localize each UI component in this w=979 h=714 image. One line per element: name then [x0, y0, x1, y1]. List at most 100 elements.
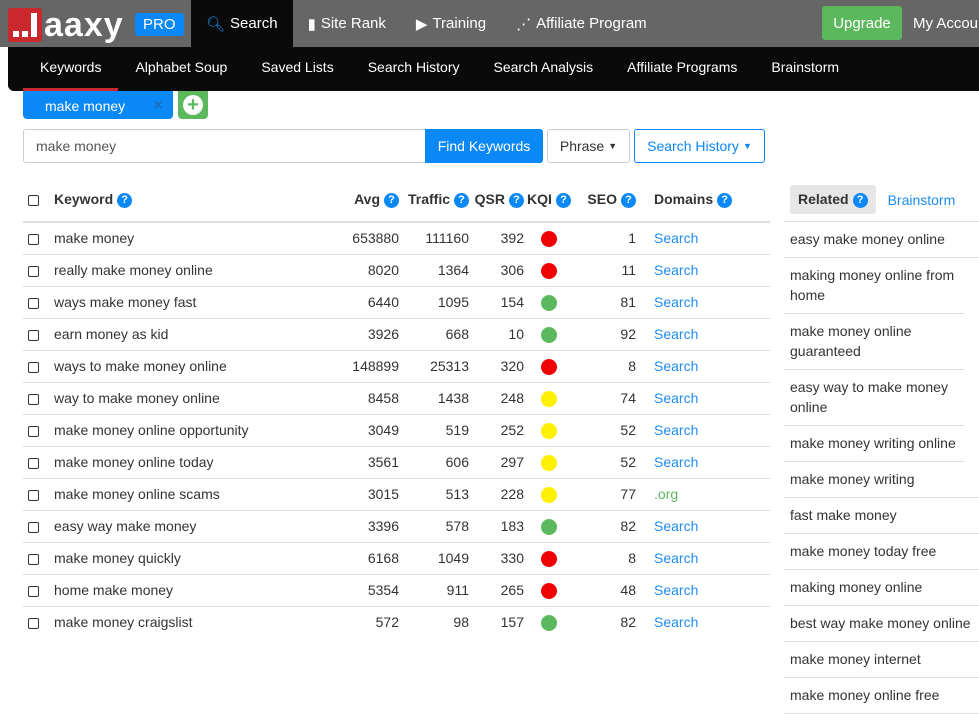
row-checkbox[interactable] — [28, 489, 39, 501]
domains-search-link[interactable]: Search — [654, 326, 698, 342]
related-keyword[interactable]: easy make money online — [784, 222, 979, 258]
column-header[interactable]: Avg — [354, 191, 380, 207]
qsr-cell: 183 — [469, 509, 524, 542]
plus-icon: + — [183, 95, 203, 115]
help-icon[interactable]: ? — [717, 193, 733, 208]
nav-site-rank[interactable]: ▮ Site Rank — [293, 0, 401, 47]
related-keyword[interactable]: making money online from home — [784, 258, 964, 314]
nav-affiliate-program[interactable]: ⋰ Affiliate Program — [501, 0, 662, 47]
column-header[interactable]: SEO — [587, 191, 617, 207]
domains-search-link[interactable]: Search — [654, 454, 698, 470]
row-checkbox[interactable] — [28, 585, 39, 597]
related-keyword[interactable]: making money online — [784, 570, 979, 606]
row-checkbox[interactable] — [28, 265, 39, 277]
domains-search-link[interactable]: Search — [654, 358, 698, 374]
tab-related[interactable]: Related? — [790, 185, 876, 214]
subnav-search-analysis[interactable]: Search Analysis — [477, 47, 611, 91]
row-checkbox[interactable] — [28, 297, 39, 309]
nav-training[interactable]: ▶ Training — [401, 0, 501, 47]
help-icon[interactable]: ? — [117, 193, 133, 208]
column-header[interactable]: KQI — [527, 191, 552, 207]
row-checkbox[interactable] — [28, 234, 39, 246]
domains-search-link[interactable]: Search — [654, 294, 698, 310]
column-header[interactable]: QSR — [475, 191, 505, 207]
domains-search-link[interactable]: Search — [654, 550, 698, 566]
domains-search-link[interactable]: Search — [654, 422, 698, 438]
subnav-alphabet-soup[interactable]: Alphabet Soup — [118, 47, 244, 91]
keyword-cell[interactable]: earn money as kid — [49, 317, 329, 350]
keyword-cell[interactable]: easy way make money — [49, 509, 329, 542]
related-keyword[interactable]: fast make money — [784, 498, 979, 534]
subnav-brainstorm[interactable]: Brainstorm — [754, 47, 856, 91]
traffic-cell: 911 — [399, 573, 469, 606]
help-icon[interactable]: ? — [852, 193, 868, 208]
column-header[interactable]: Traffic — [408, 191, 450, 207]
aaxy-logo[interactable]: aaxy — [8, 8, 124, 42]
caret-down-icon: ▼ — [742, 141, 752, 151]
search-tab[interactable]: make money × — [23, 91, 173, 119]
subnav-search-history[interactable]: Search History — [351, 47, 477, 91]
keyword-cell[interactable]: ways make money fast — [49, 285, 329, 318]
related-keyword[interactable]: easy way to make money online — [784, 370, 964, 426]
row-checkbox[interactable] — [28, 425, 39, 437]
kqi-indicator — [541, 262, 557, 279]
keyword-cell[interactable]: make money — [49, 221, 329, 254]
row-checkbox[interactable] — [28, 521, 39, 533]
subnav-saved-lists[interactable]: Saved Lists — [244, 47, 350, 91]
traffic-cell: 1095 — [399, 285, 469, 318]
row-checkbox[interactable] — [28, 457, 39, 469]
keyword-cell[interactable]: really make money online — [49, 253, 329, 286]
nav-search[interactable]: 🔍︎ Search — [191, 0, 293, 47]
row-checkbox[interactable] — [28, 329, 39, 341]
upgrade-button[interactable]: Upgrade — [822, 6, 902, 40]
keyword-cell[interactable]: make money online scams — [49, 477, 329, 510]
keyword-cell[interactable]: make money quickly — [49, 541, 329, 574]
phrase-dropdown[interactable]: Phrase ▼ — [547, 129, 630, 163]
subnav-affiliate-programs[interactable]: Affiliate Programs — [610, 47, 754, 91]
column-header[interactable]: Domains — [654, 191, 713, 207]
related-keyword[interactable]: make money internet — [784, 642, 979, 678]
find-keywords-button[interactable]: Find Keywords — [425, 129, 543, 163]
domains-search-link[interactable]: Search — [654, 230, 698, 246]
keyword-cell[interactable]: make money online opportunity — [49, 413, 329, 446]
subnav-keywords[interactable]: Keywords — [23, 47, 119, 91]
select-all-checkbox[interactable] — [28, 195, 39, 207]
keyword-cell[interactable]: make money online today — [49, 445, 329, 478]
avg-cell: 3926 — [329, 317, 399, 350]
keyword-cell[interactable]: make money craigslist — [49, 605, 329, 638]
help-icon[interactable]: ? — [621, 193, 636, 208]
row-checkbox[interactable] — [28, 618, 39, 630]
help-icon[interactable]: ? — [509, 193, 524, 208]
row-checkbox[interactable] — [28, 361, 39, 373]
domains-search-link[interactable]: Search — [654, 582, 698, 598]
row-checkbox[interactable] — [28, 393, 39, 405]
close-icon[interactable]: × — [154, 91, 163, 121]
domains-search-link[interactable]: .org — [654, 486, 678, 502]
tab-brainstorm[interactable]: Brainstorm — [880, 186, 964, 214]
help-icon[interactable]: ? — [555, 193, 571, 208]
related-keyword[interactable]: make money writing — [784, 462, 979, 498]
domains-search-link[interactable]: Search — [654, 390, 698, 406]
related-keyword[interactable]: make money writing online — [784, 426, 964, 462]
keyword-cell[interactable]: way to make money online — [49, 381, 329, 414]
help-icon[interactable]: ? — [454, 193, 469, 208]
row-checkbox[interactable] — [28, 553, 39, 565]
column-header[interactable]: Keyword — [54, 191, 113, 207]
add-tab-button[interactable]: + — [178, 91, 208, 119]
top-nav: 🔍︎ Search ▮ Site Rank ▶ Training ⋰ Affiliate… — [191, 0, 662, 47]
keyword-cell[interactable]: home make money — [49, 573, 329, 606]
help-icon[interactable]: ? — [384, 193, 399, 208]
related-keyword[interactable]: make money online guaranteed — [784, 314, 964, 370]
related-keyword[interactable]: best way make money online — [784, 606, 979, 642]
keyword-search-input[interactable] — [23, 129, 426, 163]
domains-search-link[interactable]: Search — [654, 518, 698, 534]
seo-cell: 82 — [574, 509, 636, 542]
domains-search-link[interactable]: Search — [654, 614, 698, 630]
related-keyword[interactable]: make money today free — [784, 534, 979, 570]
search-history-dropdown[interactable]: Search History ▼ — [634, 129, 765, 163]
keyword-cell[interactable]: ways to make money online — [49, 349, 329, 382]
domains-search-link[interactable]: Search — [654, 262, 698, 278]
seo-cell: 77 — [574, 477, 636, 510]
my-account-link[interactable]: My Account — [913, 15, 979, 32]
related-keyword[interactable]: make money online free — [784, 678, 979, 714]
